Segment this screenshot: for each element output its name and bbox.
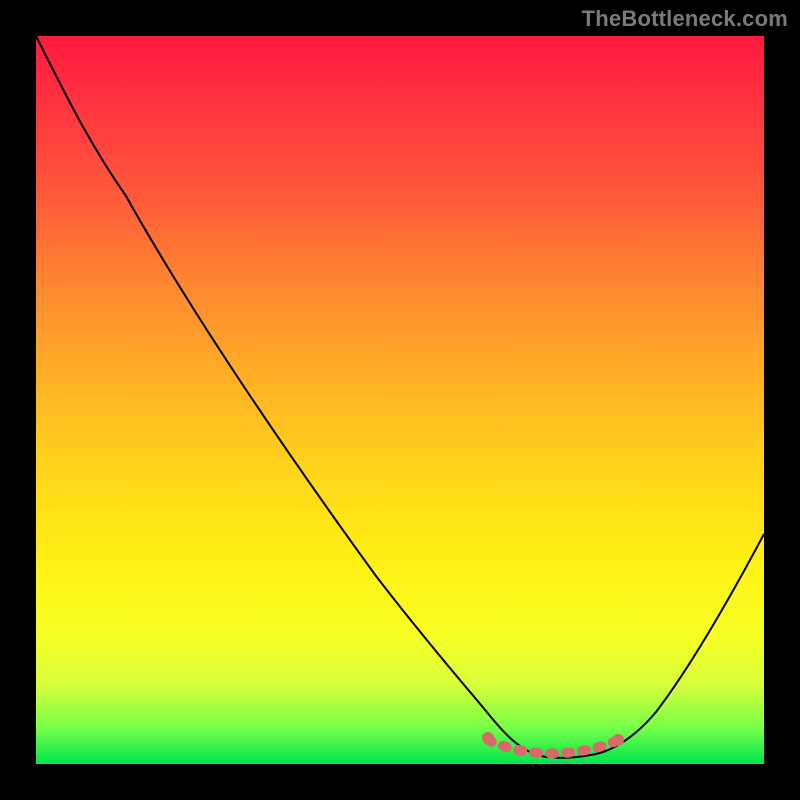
optimal-range-start-dot	[482, 732, 494, 744]
bottleneck-curve-svg	[36, 36, 764, 764]
optimal-range-end-dot	[612, 734, 624, 746]
watermark-text: TheBottleneck.com	[582, 6, 788, 32]
optimal-range-marker	[488, 740, 614, 753]
chart-frame: TheBottleneck.com	[0, 0, 800, 800]
plot-area	[36, 36, 764, 764]
bottleneck-curve-line	[36, 36, 764, 758]
